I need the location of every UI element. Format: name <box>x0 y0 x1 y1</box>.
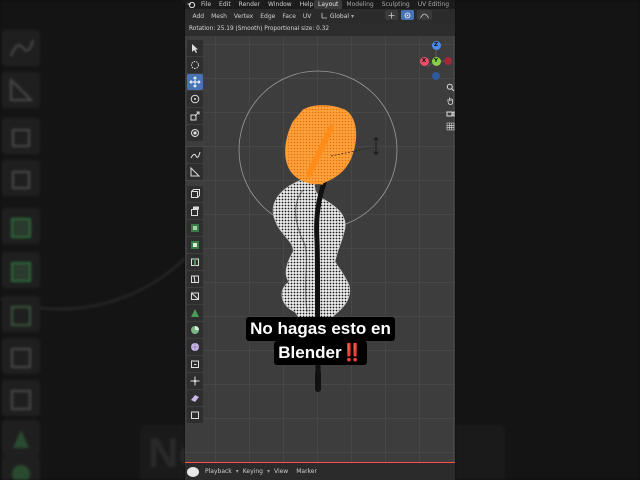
bg-add-cube-icon <box>2 118 40 154</box>
inset-icon[interactable] <box>187 220 203 236</box>
measure-icon[interactable] <box>187 164 203 180</box>
bg-spin-icon <box>2 420 40 456</box>
menu-view[interactable]: View <box>270 468 292 475</box>
grid-icon[interactable] <box>445 121 455 131</box>
annotate-icon[interactable] <box>187 147 203 163</box>
smooth-icon[interactable] <box>187 322 203 338</box>
axis-x[interactable]: X <box>419 56 429 66</box>
menu-keying[interactable]: Keying <box>239 468 267 475</box>
bg-bevel-icon <box>2 252 40 288</box>
rip-region-icon[interactable] <box>187 407 203 423</box>
background-caption-left: No hagas esto en <box>140 425 185 480</box>
rotate-cursor-icon <box>373 136 379 156</box>
bg-annotate-icon <box>2 30 40 66</box>
rip-icon[interactable] <box>187 390 203 406</box>
bg-poly-build-icon <box>2 380 40 416</box>
mesh-body <box>272 179 351 323</box>
bevel-icon[interactable] <box>187 237 203 253</box>
blurred-background-left: No hagas esto en <box>0 0 185 480</box>
bg-knife-icon <box>2 338 40 374</box>
edge-slide-icon[interactable] <box>187 339 203 355</box>
shrink-fatten-icon[interactable] <box>187 356 203 372</box>
menu-playback[interactable]: Playback <box>201 468 236 475</box>
tool-shelf <box>187 40 203 423</box>
bg-extrude-icon <box>2 160 40 196</box>
shear-icon[interactable] <box>187 373 203 389</box>
bg-loop-cut-icon <box>2 296 40 332</box>
timeline-editor-icon[interactable] <box>187 466 199 477</box>
axis-y[interactable]: Y <box>431 56 441 66</box>
mesh-scene <box>238 70 398 392</box>
transform-icon[interactable] <box>187 125 203 141</box>
rotate-icon[interactable] <box>187 91 203 107</box>
menu-marker[interactable]: Marker <box>292 468 321 475</box>
select-box-icon[interactable] <box>187 40 203 56</box>
blender-window: File Edit Render Window Help Layout Mode… <box>185 0 455 480</box>
blurred-background-right: No hagas esto en <box>455 0 640 480</box>
caption-line-2-text: Blender <box>278 343 342 362</box>
cursor-icon[interactable] <box>187 57 203 73</box>
add-cube-icon[interactable] <box>187 186 203 202</box>
knife-icon[interactable] <box>187 271 203 287</box>
poly-build-icon[interactable] <box>187 288 203 304</box>
spin-icon[interactable] <box>187 305 203 321</box>
viewport-nav-tools <box>445 82 455 131</box>
double-exclamation-icon: ‼️ <box>341 343 363 362</box>
timeline-header: Playback ▾ Keying ▾ View Marker <box>185 462 455 480</box>
zoom-icon[interactable] <box>445 82 455 92</box>
camera-icon[interactable] <box>445 108 455 118</box>
caption-line-2: Blender‼️ <box>274 341 367 365</box>
video-caption: No hagas esto en Blender‼️ <box>244 317 397 365</box>
pan-hand-icon[interactable] <box>445 95 455 105</box>
move-icon[interactable] <box>187 74 203 90</box>
bg-smooth-icon <box>2 456 40 480</box>
bg-inset-icon <box>2 208 40 244</box>
axis-z[interactable]: Z <box>431 41 441 50</box>
loop-cut-icon[interactable] <box>187 254 203 270</box>
background-caption-right: No hagas esto en <box>455 425 505 480</box>
caption-line-1: No hagas esto en <box>246 317 395 341</box>
bg-measure-icon <box>2 72 40 108</box>
extrude-icon[interactable] <box>187 203 203 219</box>
navigation-gizmo[interactable]: Z X Y <box>417 40 455 82</box>
scale-icon[interactable] <box>187 108 203 124</box>
